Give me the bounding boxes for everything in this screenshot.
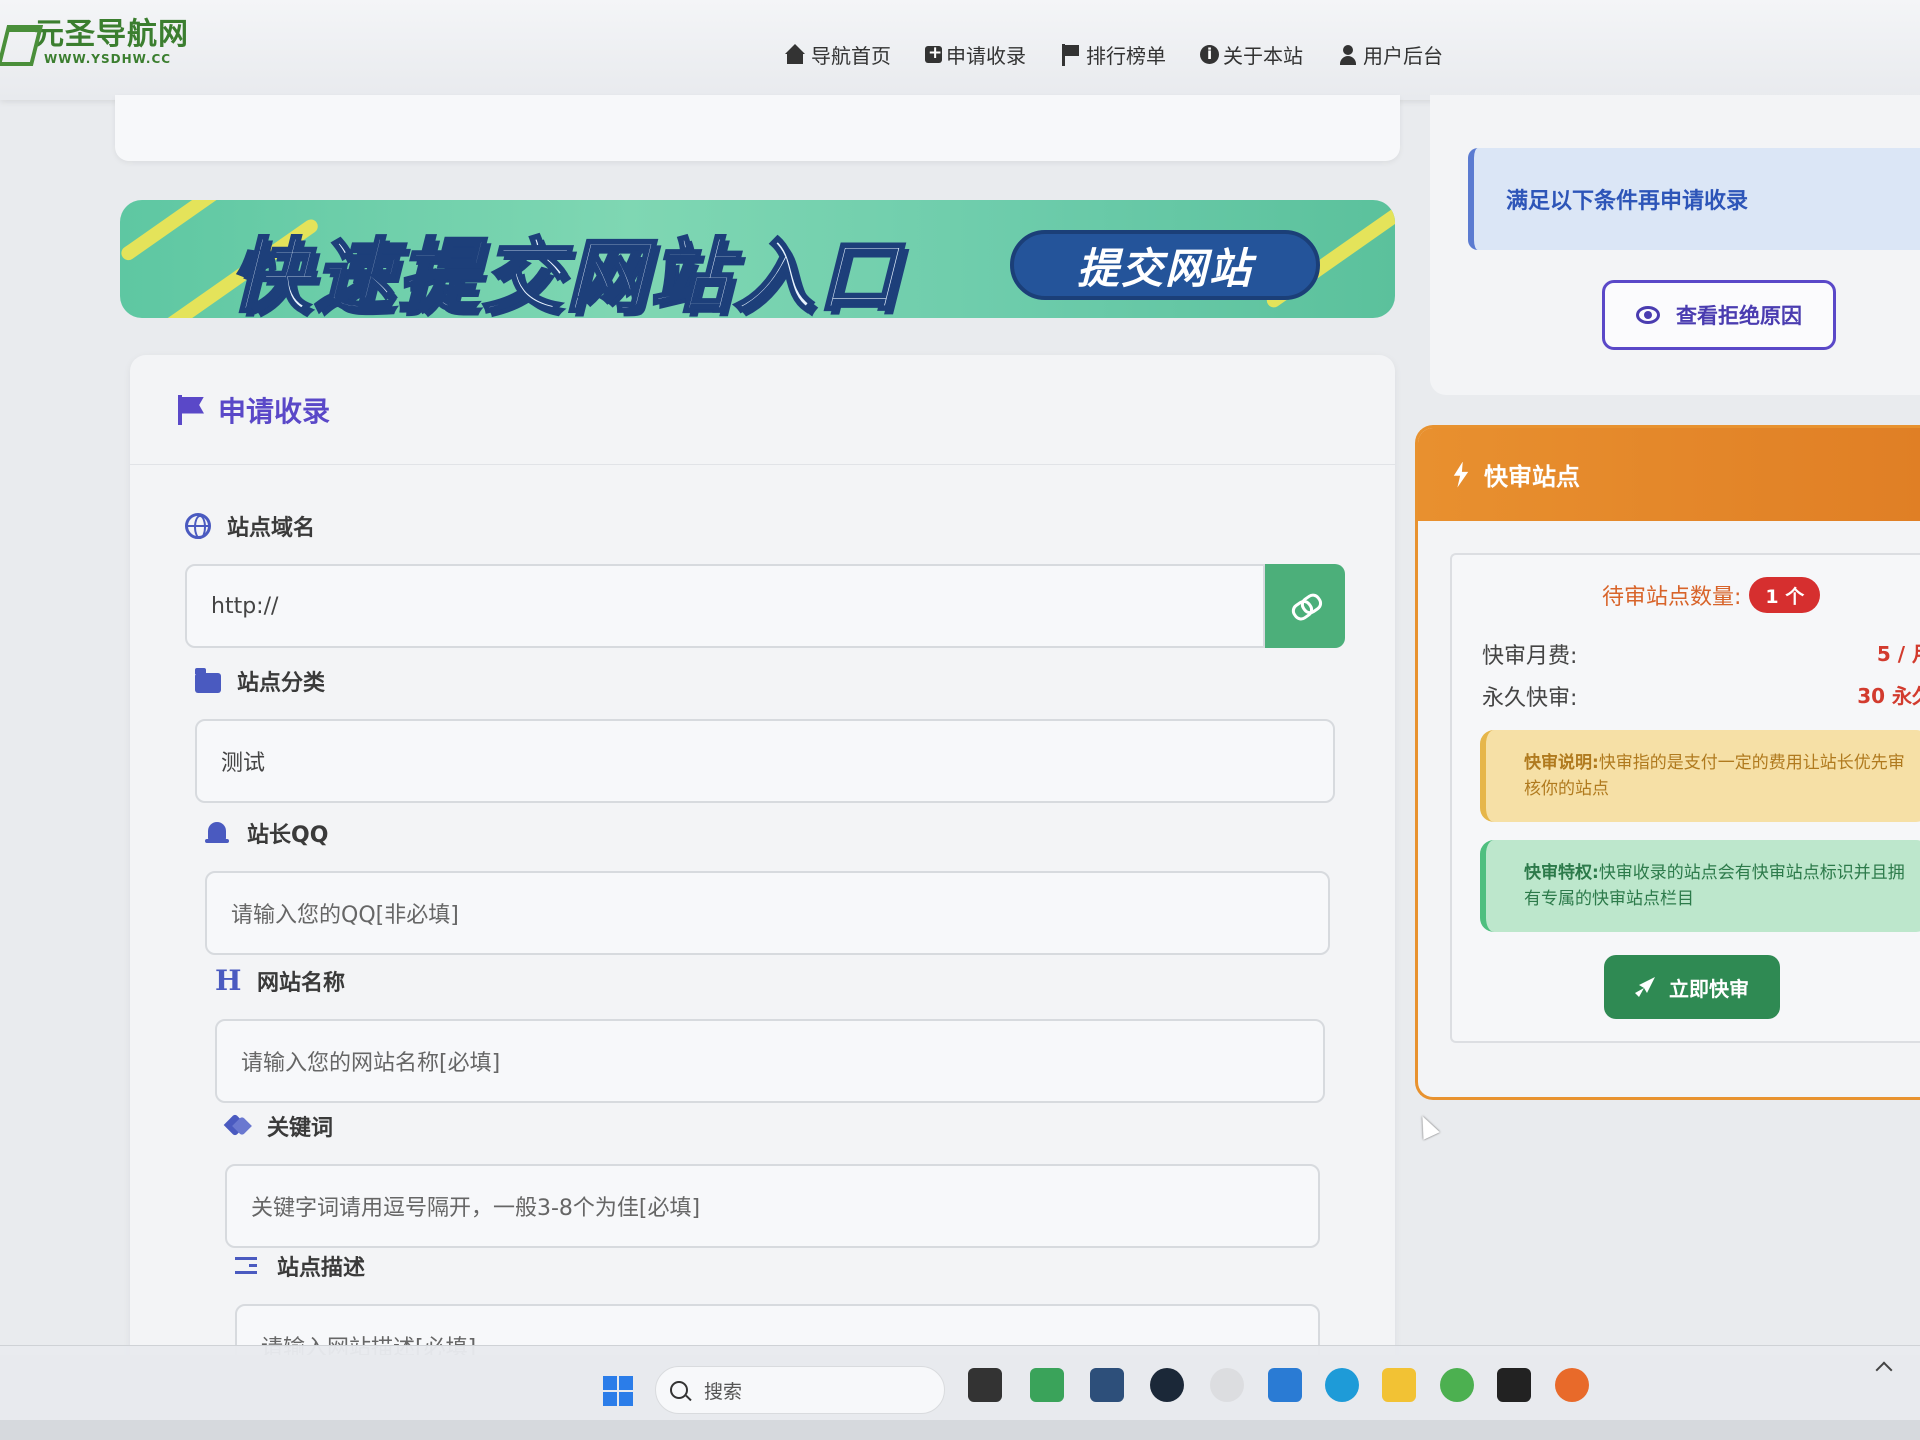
view-rejection-reason-button[interactable]: 查看拒绝原因	[1602, 280, 1836, 350]
link-icon	[1288, 590, 1323, 622]
conditions-card: 满足以下条件再申请收录 查看拒绝原因	[1430, 95, 1920, 395]
edge-browser-icon[interactable]	[1325, 1368, 1359, 1402]
field-site-name: H 网站名称 请输入您的网站名称[必填]	[215, 965, 1325, 1103]
field-label: 站长QQ	[247, 823, 329, 848]
steam-icon[interactable]	[1150, 1368, 1184, 1402]
banner-submit-button[interactable]: 提交网站	[1010, 230, 1320, 300]
wechat-icon[interactable]	[1440, 1368, 1474, 1402]
terminal-app-icon[interactable]	[1497, 1368, 1531, 1402]
flag-icon	[1060, 43, 1082, 66]
taskbar-search-placeholder: 搜索	[704, 1380, 743, 1403]
task-view-icon[interactable]	[968, 1368, 1002, 1402]
mouse-cursor-icon	[1414, 1112, 1440, 1140]
qq-input[interactable]: 请输入您的QQ[非必填]	[205, 871, 1330, 955]
nav-item-home[interactable]: 导航首页	[785, 40, 891, 69]
top-card	[115, 95, 1400, 161]
folder-icon	[195, 668, 221, 693]
search-icon	[670, 1381, 688, 1399]
fast-review-title: 快审站点	[1484, 463, 1580, 491]
nav-item-label: 排行榜单	[1086, 44, 1166, 68]
user-icon	[1337, 44, 1359, 66]
keywords-input[interactable]: 关键字词请用逗号隔开，一般3-8个为佳[必填]	[225, 1164, 1320, 1248]
form-title: 申请收录	[218, 394, 331, 428]
fast-review-card: 快审站点 待审站点数量: 1 个 快审月费: 5 / 月 永久快审: 30 永久…	[1415, 425, 1920, 1100]
field-keywords: 关键词 关键字词请用逗号隔开，一般3-8个为佳[必填]	[225, 1110, 1320, 1248]
logo-icon	[0, 19, 34, 65]
pending-count: 待审站点数量: 1 个	[1602, 577, 1821, 613]
logo-subtitle: WWW.YSDHW.CC	[44, 52, 172, 66]
field-label: 站点分类	[237, 671, 326, 696]
windows-start-icon[interactable]	[603, 1376, 633, 1406]
privilege-title: 快审特权:	[1524, 863, 1599, 883]
heading-icon: H	[215, 964, 242, 997]
fast-review-privilege: 快审特权:快审收录的站点会有快审站点标识并且拥有专属的快审站点栏目	[1480, 840, 1920, 932]
banner-submit-label: 提交网站	[1076, 243, 1253, 293]
nav-item-label: 导航首页	[811, 44, 891, 68]
note-title: 快审说明:	[1524, 753, 1599, 773]
vscode-icon[interactable]	[1268, 1368, 1302, 1402]
home-icon	[785, 43, 807, 66]
hbuilder-icon[interactable]	[1030, 1368, 1064, 1402]
os-taskbar: 搜索	[0, 1345, 1920, 1420]
plus-square-icon	[925, 43, 942, 63]
nav-item-user[interactable]: 用户后台	[1337, 40, 1443, 69]
field-qq: 站长QQ 请输入您的QQ[非必填]	[205, 817, 1330, 955]
fast-review-button[interactable]: 立即快审	[1604, 955, 1780, 1019]
nav-item-label: 申请收录	[946, 44, 1026, 68]
permanent-label: 永久快审:	[1482, 686, 1578, 711]
fast-review-button-label: 立即快审	[1669, 976, 1749, 1001]
monthly-label: 快审月费:	[1482, 644, 1578, 669]
top-navbar: 元圣导航网 WWW.YSDHW.CC 导航首页 申请收录 排行榜单 关于本站 用…	[0, 0, 1920, 100]
chevron-up-icon[interactable]	[1875, 1361, 1893, 1379]
banner-decoration	[120, 200, 242, 263]
submit-form-card: 申请收录 站点域名 http:// 站点分类 测试 站长QQ 请输入您的QQ[非…	[130, 355, 1395, 1440]
monthly-price-row: 快审月费: 5 / 月	[1482, 638, 1920, 670]
form-header: 申请收录	[130, 355, 1395, 465]
globe-icon	[185, 513, 211, 539]
align-left-icon	[235, 1253, 261, 1279]
pending-label: 待审站点数量:	[1602, 585, 1742, 610]
logo-title: 元圣导航网	[34, 17, 189, 52]
reason-button-label: 查看拒绝原因	[1676, 304, 1802, 328]
field-label: 站点域名	[227, 516, 316, 541]
field-label: 关键词	[267, 1116, 334, 1141]
submit-banner[interactable]: 快速提交网站入口 提交网站	[120, 200, 1395, 318]
field-label: 网站名称	[257, 971, 346, 996]
banner-title: 快速提交网站入口	[229, 229, 902, 319]
fast-review-header: 快审站点	[1418, 428, 1920, 521]
nav-item-label: 关于本站	[1223, 44, 1303, 68]
permanent-price-row: 永久快审: 30 永久	[1482, 680, 1920, 712]
browser-app-icon[interactable]	[1555, 1368, 1589, 1402]
field-domain: 站点域名 http://	[185, 510, 1345, 648]
info-icon	[1200, 45, 1219, 64]
monthly-value: 5 / 月	[1876, 642, 1920, 666]
eye-icon	[1636, 306, 1660, 324]
chat-app-icon[interactable]	[1210, 1368, 1244, 1402]
nav-item-about[interactable]: 关于本站	[1200, 40, 1303, 69]
main-nav: 导航首页 申请收录 排行榜单 关于本站 用户后台	[785, 40, 1477, 69]
fast-review-body: 待审站点数量: 1 个 快审月费: 5 / 月 永久快审: 30 永久 快审说明…	[1450, 553, 1920, 1043]
tags-icon	[225, 1113, 251, 1139]
field-category: 站点分类 测试	[195, 665, 1335, 803]
fast-review-note: 快审说明:快审指的是支付一定的费用让站长优先审核你的站点	[1480, 730, 1920, 822]
nav-item-ranking[interactable]: 排行榜单	[1060, 40, 1166, 69]
compass-app-icon[interactable]	[1090, 1368, 1124, 1402]
fetch-link-button[interactable]	[1265, 564, 1345, 648]
bolt-icon	[1453, 461, 1469, 488]
site-name-input[interactable]: 请输入您的网站名称[必填]	[215, 1019, 1325, 1103]
nav-item-label: 用户后台	[1363, 44, 1443, 68]
bell-icon	[205, 820, 231, 846]
domain-input[interactable]: http://	[185, 564, 1265, 648]
pending-badge: 1 个	[1749, 577, 1821, 613]
taskbar-search[interactable]: 搜索	[655, 1366, 945, 1414]
site-logo[interactable]: 元圣导航网 WWW.YSDHW.CC	[0, 17, 189, 67]
flag-icon	[178, 394, 206, 425]
permanent-value: 30 永久	[1857, 684, 1920, 708]
category-select[interactable]: 测试	[195, 719, 1335, 803]
rocket-icon	[1635, 977, 1655, 997]
field-label: 站点描述	[277, 1256, 366, 1281]
file-explorer-icon[interactable]	[1382, 1368, 1416, 1402]
conditions-alert: 满足以下条件再申请收录	[1468, 148, 1920, 250]
nav-item-submit[interactable]: 申请收录	[925, 40, 1026, 69]
